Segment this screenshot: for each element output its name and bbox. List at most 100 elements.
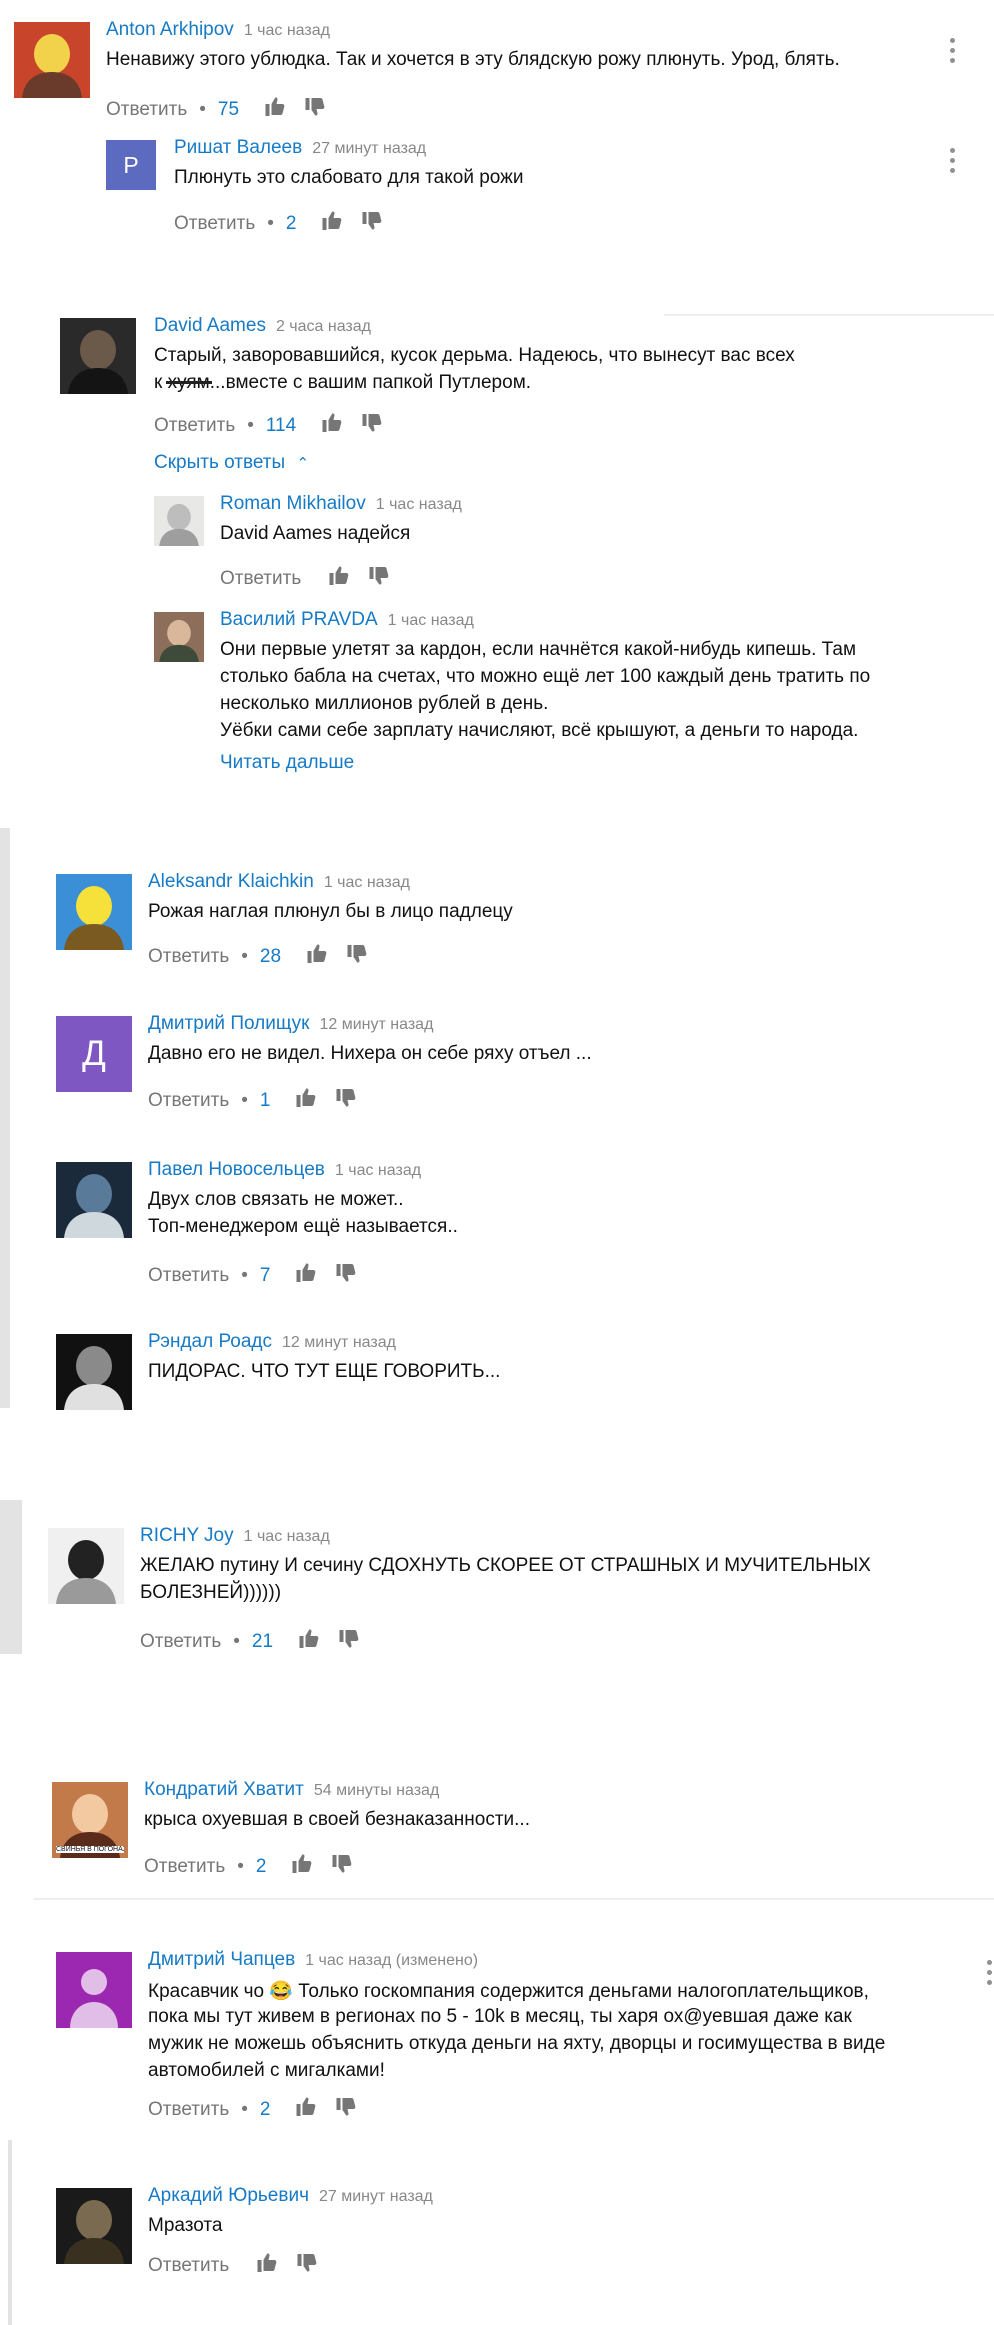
- reply-button[interactable]: Ответить: [220, 568, 301, 590]
- thumbs-up-icon[interactable]: [294, 1087, 318, 1115]
- timestamp[interactable]: 27 минут назад: [319, 2188, 433, 2205]
- avatar[interactable]: Д: [56, 1016, 132, 1092]
- thumbs-up-icon[interactable]: [320, 210, 344, 238]
- separator-dot: •: [247, 415, 254, 436]
- timestamp[interactable]: 1 час назад: [388, 612, 474, 629]
- chevron-up-icon: ⌃: [296, 455, 310, 472]
- thumbs-down-icon[interactable]: [334, 2096, 358, 2124]
- thumbs-down-icon[interactable]: [360, 412, 384, 440]
- avatar[interactable]: [56, 1952, 132, 2028]
- text-suffix: ...вместе с вашим папкой Путлером.: [209, 372, 532, 393]
- thumbs-up-icon[interactable]: [327, 565, 351, 593]
- thumbs-down-icon[interactable]: [360, 210, 384, 238]
- avatar[interactable]: P: [106, 140, 156, 190]
- author-name[interactable]: Аркадий Юрьевич: [148, 2185, 309, 2206]
- man-photo-avatar: [154, 612, 204, 662]
- author-name[interactable]: Рэндал Роадс: [148, 1331, 272, 1352]
- more-options-icon[interactable]: [950, 38, 956, 68]
- thumbs-up-icon[interactable]: [255, 2252, 279, 2280]
- avatar[interactable]: [56, 1334, 132, 1410]
- avatar[interactable]: [56, 874, 132, 950]
- reply-button[interactable]: Ответить: [148, 946, 229, 968]
- reply-button[interactable]: Ответить: [148, 2099, 229, 2121]
- hide-replies-button[interactable]: Скрыть ответы ⌃: [154, 452, 309, 474]
- thumbs-up-icon[interactable]: [305, 943, 329, 971]
- thumbs-down-icon[interactable]: [295, 2252, 319, 2280]
- comment-meta: Ришат Валеев 27 минут назад: [174, 133, 426, 163]
- author-name[interactable]: David Aames: [154, 315, 266, 336]
- author-name[interactable]: Aleksandr Klaichkin: [148, 871, 314, 892]
- reply-button[interactable]: Ответить: [148, 1090, 229, 1112]
- comment-actions: Ответить • 2: [148, 2096, 374, 2124]
- timestamp[interactable]: 1 час назад: [244, 1528, 330, 1545]
- author-name[interactable]: Павел Новосельцев: [148, 1159, 325, 1180]
- avatar[interactable]: [154, 496, 204, 546]
- timestamp[interactable]: 54 минуты назад: [314, 1782, 439, 1799]
- avatar[interactable]: [48, 1528, 124, 1604]
- avatar[interactable]: [60, 318, 136, 394]
- avatar[interactable]: [154, 612, 204, 662]
- comment-meta: Дмитрий Полищук 12 минут назад: [148, 1009, 433, 1039]
- reply-button[interactable]: Ответить: [154, 415, 235, 437]
- timestamp[interactable]: 1 час назад: [324, 874, 410, 891]
- timestamp[interactable]: 2 часа назад: [276, 318, 371, 335]
- thumbs-down-icon[interactable]: [345, 943, 369, 971]
- thumbs-down-icon[interactable]: [337, 1628, 361, 1656]
- author-name[interactable]: RICHY Joy: [140, 1525, 234, 1546]
- dark-portrait-avatar: [60, 318, 136, 394]
- avatar[interactable]: [14, 22, 90, 98]
- like-count: 2: [259, 2099, 271, 2120]
- reply-button[interactable]: Ответить: [144, 1856, 225, 1878]
- comment-actions: Ответить • 75: [106, 96, 343, 124]
- more-options-icon[interactable]: [950, 148, 956, 178]
- author-name[interactable]: Василий PRAVDA: [220, 609, 378, 630]
- like-count: 28: [259, 946, 282, 967]
- comment-text-line: несколько миллионов рублей в день.: [220, 693, 549, 714]
- read-more-link[interactable]: Читать дальше: [220, 752, 354, 774]
- timestamp[interactable]: 1 час назад: [376, 496, 462, 513]
- thumbs-up-icon[interactable]: [290, 1853, 314, 1881]
- more-options-icon[interactable]: [987, 1960, 993, 1990]
- thumbs-down-icon[interactable]: [303, 96, 327, 124]
- timestamp[interactable]: 12 минут назад: [282, 1334, 396, 1351]
- thumbs-up-icon[interactable]: [294, 1262, 318, 1290]
- reply-button[interactable]: Ответить: [106, 99, 187, 121]
- reply-button[interactable]: Ответить: [140, 1631, 221, 1653]
- timestamp[interactable]: 1 час назад: [244, 22, 330, 39]
- avatar[interactable]: [56, 2188, 132, 2264]
- thumbs-up-icon[interactable]: [297, 1628, 321, 1656]
- author-name[interactable]: Дмитрий Чапцев: [148, 1949, 295, 1970]
- matryoshka-avatar: [14, 22, 90, 98]
- thumbs-down-icon[interactable]: [334, 1262, 358, 1290]
- reply-button[interactable]: Ответить: [148, 2255, 229, 2277]
- comment-text-line: мужик не можешь объяснить откуда деньги …: [148, 2033, 886, 2054]
- author-name[interactable]: Roman Mikhailov: [220, 493, 366, 514]
- reply-button[interactable]: Ответить: [174, 213, 255, 235]
- author-name[interactable]: Ришат Валеев: [174, 137, 302, 158]
- thumbs-up-icon[interactable]: [263, 96, 287, 124]
- thumbs-down-icon[interactable]: [334, 1087, 358, 1115]
- comment-actions: Ответить • 7: [148, 1262, 374, 1290]
- timestamp[interactable]: 1 час назад: [335, 1162, 421, 1179]
- hide-replies-label: Скрыть ответы: [154, 452, 286, 473]
- comment-text-line: столько бабла на счетах, что можно ещё л…: [220, 666, 871, 687]
- timestamp[interactable]: 27 минут назад: [312, 140, 426, 157]
- section-divider: [34, 1898, 994, 1900]
- thumbs-up-icon[interactable]: [294, 2096, 318, 2124]
- timestamp[interactable]: 12 минут назад: [319, 1016, 433, 1033]
- author-name[interactable]: Дмитрий Полищук: [148, 1013, 309, 1034]
- thumbs-down-icon[interactable]: [330, 1853, 354, 1881]
- like-count: 1: [259, 1090, 271, 1111]
- thumbs-down-icon[interactable]: [367, 565, 391, 593]
- comment-text-line: автомобилей с мигалками!: [148, 2060, 385, 2081]
- avatar[interactable]: [56, 1162, 132, 1238]
- author-name[interactable]: Anton Arkhipov: [106, 19, 234, 40]
- struck-word: хуям: [167, 372, 210, 393]
- separator-dot: •: [241, 1265, 248, 1286]
- comment-actions: Ответить • 2: [174, 210, 400, 238]
- reply-button[interactable]: Ответить: [148, 1265, 229, 1287]
- author-name[interactable]: Кондратий Хватит: [144, 1779, 304, 1800]
- timestamp[interactable]: 1 час назад (изменено): [305, 1952, 478, 1969]
- thumbs-up-icon[interactable]: [320, 412, 344, 440]
- comment-actions: Ответить • 1: [148, 1087, 374, 1115]
